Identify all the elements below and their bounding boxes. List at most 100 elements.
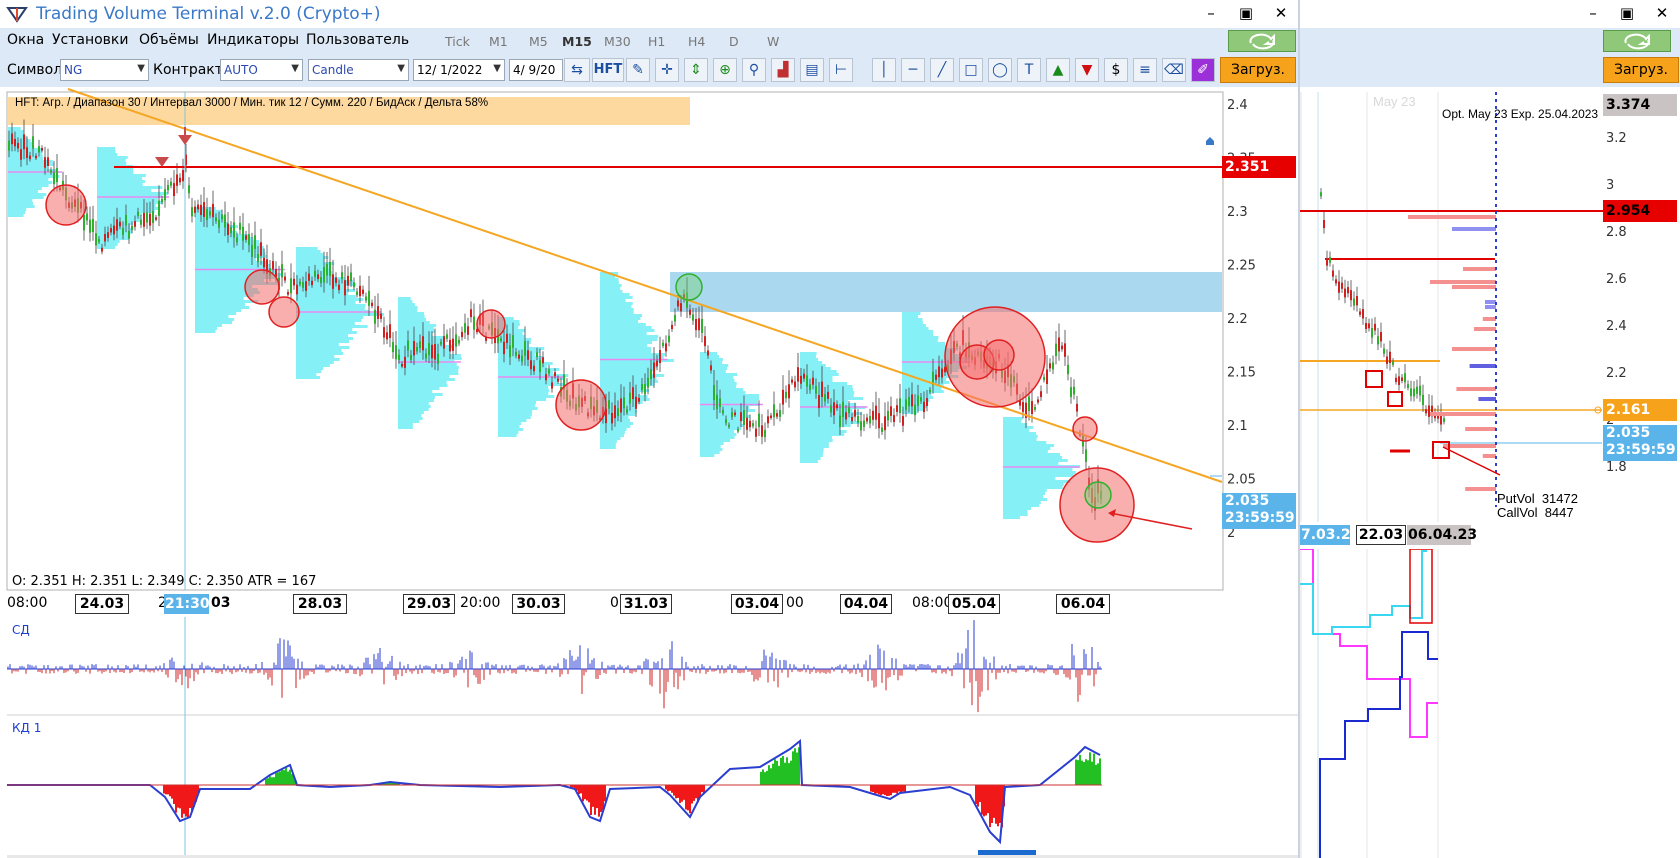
minimize-icon[interactable]: – bbox=[1200, 3, 1222, 23]
symbol-select[interactable]: NG ▼ bbox=[60, 59, 149, 81]
candle-body bbox=[1413, 388, 1415, 397]
tf-m1[interactable]: M1 bbox=[489, 34, 508, 49]
candle-body bbox=[140, 219, 142, 225]
date-from-picker[interactable]: 12/ 1/2022 ▼ bbox=[413, 59, 505, 81]
scroll-chart-button[interactable]: ⇆ bbox=[564, 58, 590, 82]
sync-button[interactable] bbox=[1228, 30, 1296, 52]
tf-h4[interactable]: H4 bbox=[688, 34, 705, 49]
menu-windows[interactable]: Окна bbox=[7, 32, 44, 48]
options-menu-bar bbox=[1300, 28, 1680, 53]
profile-bar bbox=[8, 154, 43, 157]
candle-body bbox=[707, 350, 709, 356]
volume-bar bbox=[1463, 267, 1496, 271]
close-icon[interactable]: ✕ bbox=[1651, 3, 1673, 23]
range-button[interactable]: ⊢ bbox=[829, 58, 853, 82]
profile-bar bbox=[700, 442, 724, 445]
hft-button[interactable]: HFT bbox=[592, 58, 624, 82]
candle-body bbox=[833, 402, 835, 416]
menu-volumes[interactable]: Объёмы bbox=[139, 32, 199, 48]
horizontal-line-tool[interactable]: ─ bbox=[901, 58, 925, 82]
menu-settings[interactable]: Установки bbox=[52, 32, 129, 48]
profile-bar bbox=[97, 153, 118, 156]
candle-body bbox=[1046, 369, 1048, 385]
candle-body bbox=[401, 363, 403, 367]
tf-m5[interactable]: M5 bbox=[529, 34, 548, 49]
candle-body bbox=[383, 327, 385, 338]
profile-bar bbox=[902, 318, 923, 321]
tf-m30[interactable]: M30 bbox=[604, 34, 631, 49]
profile-bar bbox=[600, 314, 643, 317]
tf-d[interactable]: D bbox=[729, 34, 739, 49]
contract-select[interactable]: AUTO ▼ bbox=[220, 59, 303, 81]
pen-tool-button[interactable]: ✎ bbox=[626, 58, 650, 82]
load-button[interactable]: Загруз. bbox=[1220, 57, 1296, 83]
trend-line-tool[interactable]: ╱ bbox=[930, 58, 954, 82]
color-tool[interactable]: ✐ bbox=[1191, 58, 1215, 82]
sell-arrow-tool[interactable]: ▼ bbox=[1075, 58, 1099, 82]
volume-bar bbox=[1474, 327, 1496, 331]
minimize-icon[interactable]: – bbox=[1582, 3, 1604, 23]
candle-body bbox=[134, 221, 136, 227]
profile-bar bbox=[498, 422, 522, 425]
menu-user[interactable]: Пользователь bbox=[306, 32, 409, 48]
zoom-button[interactable]: ⚲ bbox=[742, 58, 766, 82]
cumdelta-fill-bar bbox=[1087, 760, 1089, 785]
tf-w[interactable]: W bbox=[767, 34, 779, 49]
vertical-line-tool[interactable]: │ bbox=[872, 58, 896, 82]
candle-body bbox=[911, 394, 913, 407]
big-trade-circle bbox=[675, 273, 703, 301]
profile-bar bbox=[498, 404, 536, 407]
profile-bar bbox=[195, 234, 249, 237]
cumdelta-fill-bar bbox=[586, 785, 588, 801]
options-oi-panel[interactable] bbox=[1300, 549, 1680, 858]
cumdelta-fill-bar bbox=[580, 785, 582, 794]
tf-m15[interactable]: M15 bbox=[562, 34, 592, 49]
candle-body bbox=[509, 345, 511, 358]
clear-tool[interactable]: ⌫ bbox=[1162, 58, 1186, 82]
rectangle-tool[interactable]: □ bbox=[959, 58, 983, 82]
profile-bar bbox=[1003, 432, 1037, 435]
profile-bar bbox=[97, 192, 169, 195]
candle-body bbox=[554, 372, 556, 377]
profile-bar bbox=[398, 363, 457, 366]
indicator-cumdelta-panel[interactable] bbox=[0, 717, 1298, 858]
profile-bar bbox=[1003, 438, 1037, 441]
crosshair-button[interactable]: ✛ bbox=[655, 58, 679, 82]
profile-bar bbox=[700, 397, 760, 400]
cumdelta-fill-bar bbox=[880, 785, 882, 795]
date-to-picker[interactable]: 4/ 9/20 bbox=[509, 59, 563, 81]
candle-body bbox=[776, 413, 778, 417]
cumdelta-fill-bar bbox=[764, 772, 766, 785]
tf-h1[interactable]: H1 bbox=[648, 34, 665, 49]
tf-tick[interactable]: Tick bbox=[445, 34, 470, 49]
options-load-button[interactable]: Загруз. bbox=[1603, 57, 1679, 83]
options-chart[interactable]: 3.232.82.62.42.221.8 bbox=[1300, 87, 1680, 527]
cumdelta-fill-bar bbox=[677, 785, 679, 798]
fibonacci-tool[interactable]: ≡ bbox=[1133, 58, 1157, 82]
profile-bar bbox=[700, 415, 751, 418]
close-icon[interactable]: ✕ bbox=[1270, 3, 1292, 23]
menu-indicators[interactable]: Индикаторы bbox=[207, 32, 299, 48]
price-label-tool[interactable]: $ bbox=[1104, 58, 1128, 82]
profile-bar bbox=[398, 309, 418, 312]
candle-body bbox=[248, 234, 250, 245]
chart-type-select[interactable]: Candle ▼ bbox=[308, 59, 409, 81]
text-tool[interactable]: T bbox=[1017, 58, 1041, 82]
volume-bar bbox=[1482, 454, 1496, 458]
maximize-icon[interactable]: ▣ bbox=[1235, 3, 1257, 23]
options-sync-button[interactable] bbox=[1603, 30, 1671, 52]
fit-vertical-button[interactable]: ⇕ bbox=[684, 58, 708, 82]
profile-bar bbox=[600, 320, 639, 323]
indicator-delta-panel[interactable] bbox=[0, 617, 1298, 717]
cumdelta-fill-bar bbox=[782, 755, 784, 785]
candle-body bbox=[839, 415, 841, 428]
bar-chart-button[interactable]: ▟ bbox=[771, 58, 795, 82]
main-title-bar: Trading Volume Terminal v.2.0 (Crypto+) … bbox=[0, 0, 1298, 29]
fit-all-button[interactable]: ⊕ bbox=[713, 58, 737, 82]
maximize-icon[interactable]: ▣ bbox=[1616, 3, 1638, 23]
buy-arrow-tool[interactable]: ▲ bbox=[1046, 58, 1070, 82]
candle-body bbox=[407, 340, 409, 351]
volume-profile-button[interactable]: ▤ bbox=[800, 58, 824, 82]
main-chart[interactable]: 2.42.352.32.252.22.152.12.052 bbox=[0, 87, 1298, 597]
ellipse-tool[interactable]: ◯ bbox=[988, 58, 1012, 82]
